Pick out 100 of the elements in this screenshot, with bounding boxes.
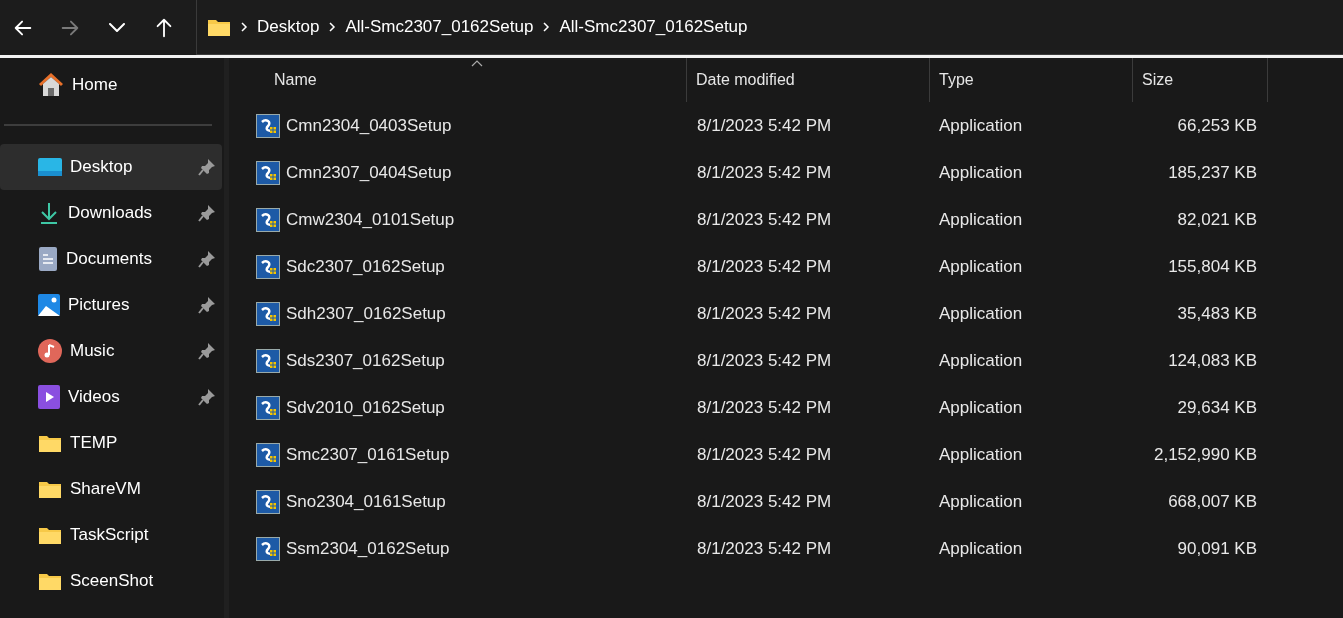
document-icon <box>38 247 58 271</box>
pin-icon[interactable] <box>198 388 216 406</box>
size-cell: 29,634 KB <box>1177 397 1257 418</box>
installer-icon <box>256 301 280 326</box>
sidebar-item[interactable]: TaskScript <box>0 512 222 558</box>
installer-icon <box>256 489 280 514</box>
chevron-right-icon <box>327 22 338 32</box>
date-cell-text: 8/1/2023 5:42 PM <box>696 303 832 324</box>
breadcrumb-item[interactable]: Desktop <box>257 17 320 37</box>
installer-icon <box>256 536 280 561</box>
file-name: Cmw2304_0101Setup <box>286 209 455 230</box>
pin-icon[interactable] <box>198 296 216 314</box>
file-name: Smc2307_0161Setup <box>286 444 450 465</box>
file-name: Ssm2304_0162Setup <box>286 538 450 559</box>
file-name-cell[interactable]: Cmw2304_0101Setup <box>229 207 687 232</box>
file-name: Sno2304_0161Setup <box>286 491 446 512</box>
column-header[interactable]: Size <box>1133 58 1268 102</box>
pin-icon[interactable] <box>198 158 216 176</box>
installer-icon <box>256 395 280 420</box>
date-cell-text: 8/1/2023 5:42 PM <box>696 115 832 136</box>
download-arrow-icon <box>38 201 60 225</box>
installer-icon <box>256 348 280 373</box>
file-name-cell[interactable]: Sdh2307_0162Setup <box>229 301 687 326</box>
pin-icon[interactable] <box>198 342 216 360</box>
installer-icon <box>256 442 280 467</box>
type-cell-text: Application <box>938 115 1023 136</box>
date-cell-text: 8/1/2023 5:42 PM <box>696 162 832 183</box>
folder-icon <box>38 571 62 591</box>
date-cell-text: 8/1/2023 5:42 PM <box>696 397 832 418</box>
installer-icon <box>256 254 280 279</box>
sidebar-item[interactable]: Home <box>0 62 222 108</box>
video-icon <box>38 385 60 409</box>
file-name-cell[interactable]: Ssm2304_0162Setup <box>229 536 687 561</box>
type-cell-text: Application <box>938 491 1023 512</box>
size-cell: 185,237 KB <box>1168 162 1257 183</box>
file-name-cell[interactable]: Smc2307_0161Setup <box>229 442 687 467</box>
folder-icon <box>207 17 231 37</box>
file-name-cell[interactable]: Cmn2307_0404Setup <box>229 160 687 185</box>
sidebar-item[interactable]: Music <box>0 328 222 374</box>
column-header[interactable]: Name <box>229 58 687 102</box>
sidebar-item[interactable]: Pictures <box>0 282 222 328</box>
sidebar-item[interactable]: ShareVM <box>0 466 222 512</box>
breadcrumb-item[interactable]: All-Smc2307_0162Setup <box>559 17 748 37</box>
date-cell-text: 8/1/2023 5:42 PM <box>696 350 832 371</box>
address-bar[interactable]: Desktop All-Smc2307_0162Setup All-Smc2307_0162Setup <box>196 0 1343 55</box>
file-name: Sds2307_0162Setup <box>286 350 445 371</box>
sidebar-item[interactable]: Documents <box>0 236 222 282</box>
type-cell-text: Application <box>938 162 1023 183</box>
file-name-cell[interactable]: Sds2307_0162Setup <box>229 348 687 373</box>
folder-icon <box>38 433 62 453</box>
size-cell: 90,091 KB <box>1177 538 1257 559</box>
file-name: Sdv2010_0162Setup <box>286 397 445 418</box>
size-cell: 66,253 KB <box>1177 115 1257 136</box>
sidebar-item[interactable]: Downloads <box>0 190 222 236</box>
desktop-icon <box>38 158 62 176</box>
file-name: Cmn2307_0404Setup <box>286 162 452 183</box>
date-cell-text: 8/1/2023 5:42 PM <box>696 538 832 559</box>
sidebar-item[interactable]: TEMP <box>0 420 222 466</box>
file-name: Sdc2307_0162Setup <box>286 256 445 277</box>
file-name-cell[interactable]: Sdc2307_0162Setup <box>229 254 687 279</box>
chevron-right-icon <box>239 22 249 32</box>
type-cell-text: Application <box>938 397 1023 418</box>
breadcrumb-item[interactable]: All-Smc2307_0162Setup <box>345 17 534 37</box>
type-cell-text: Application <box>938 209 1023 230</box>
pin-icon[interactable] <box>198 204 216 222</box>
sidebar-item[interactable]: SceenShot <box>0 558 222 604</box>
size-cell: 82,021 KB <box>1177 209 1257 230</box>
folder-icon <box>38 479 62 499</box>
type-cell-text: Application <box>938 444 1023 465</box>
type-cell-text: Application <box>938 303 1023 324</box>
file-name-cell[interactable]: Sno2304_0161Setup <box>229 489 687 514</box>
type-cell-text: Application <box>938 256 1023 277</box>
column-header[interactable]: Type <box>930 58 1133 102</box>
file-name: Cmn2304_0403Setup <box>286 115 452 136</box>
pin-icon[interactable] <box>198 250 216 268</box>
chevron-right-icon <box>541 22 552 32</box>
size-cell: 35,483 KB <box>1177 303 1257 324</box>
installer-icon <box>256 113 280 138</box>
column-header[interactable]: Date modified <box>687 58 930 102</box>
date-cell-text: 8/1/2023 5:42 PM <box>696 444 832 465</box>
type-cell-text: Application <box>938 350 1023 371</box>
file-name: Sdh2307_0162Setup <box>286 303 446 324</box>
size-cell: 124,083 KB <box>1168 350 1257 371</box>
date-cell-text: 8/1/2023 5:42 PM <box>696 491 832 512</box>
picture-icon <box>38 294 60 316</box>
house-icon <box>38 73 64 97</box>
music-note-icon <box>38 339 62 363</box>
date-cell-text: 8/1/2023 5:42 PM <box>696 209 832 230</box>
chevron-down-icon <box>109 23 125 32</box>
installer-icon <box>256 207 280 232</box>
file-name-cell[interactable]: Sdv2010_0162Setup <box>229 395 687 420</box>
sort-caret-icon <box>471 60 483 67</box>
file-name-cell[interactable]: Cmn2304_0403Setup <box>229 113 687 138</box>
size-cell: 2,152,990 KB <box>1153 444 1257 465</box>
size-cell: 155,804 KB <box>1168 256 1257 277</box>
sidebar-item[interactable]: Videos <box>0 374 222 420</box>
size-cell: 668,007 KB <box>1168 491 1257 512</box>
sidebar-item[interactable]: Desktop <box>0 144 222 190</box>
installer-icon <box>256 160 280 185</box>
date-cell-text: 8/1/2023 5:42 PM <box>696 256 832 277</box>
